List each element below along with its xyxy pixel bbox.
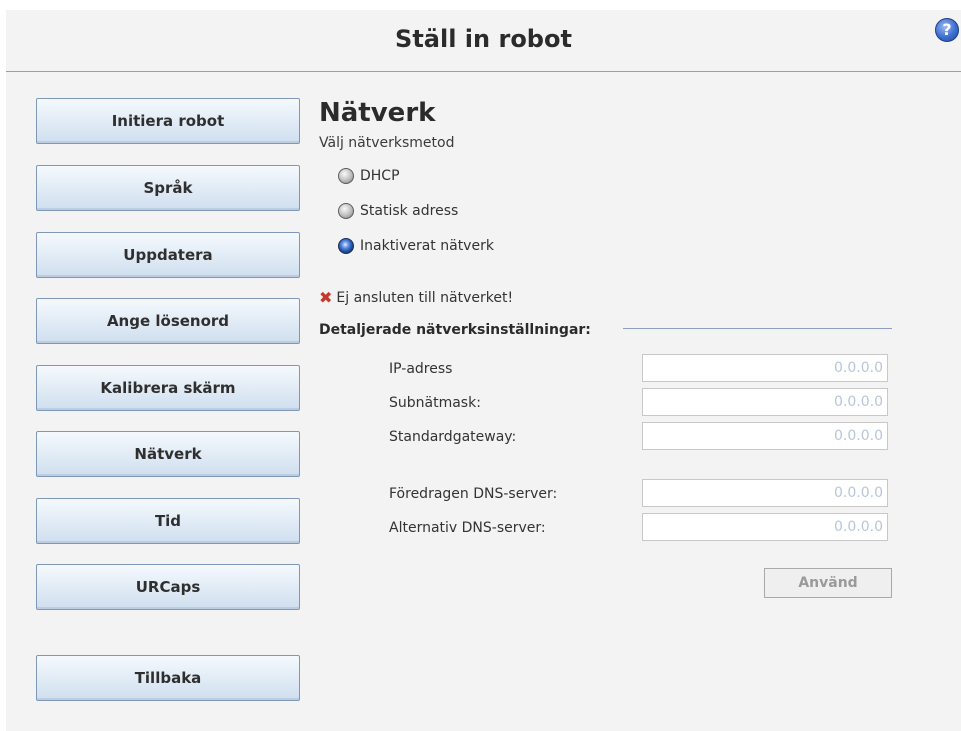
- ip-address-label: IP-adress: [389, 361, 453, 377]
- radio-label-static: Statisk adress: [360, 203, 459, 219]
- nav-button-tillbaka[interactable]: Tillbaka: [36, 655, 300, 701]
- ip-address-input[interactable]: [642, 354, 888, 382]
- nav-button-urcaps[interactable]: URCaps: [36, 564, 300, 610]
- preferred-dns-label: Föredragen DNS-server:: [389, 486, 558, 502]
- radio-option-disabled[interactable]: Inaktiverat nätverk: [338, 238, 494, 254]
- apply-button[interactable]: Använd: [764, 568, 892, 598]
- radio-label-dhcp: DHCP: [360, 168, 400, 184]
- details-divider: [623, 328, 892, 329]
- radio-button-icon[interactable]: [338, 168, 354, 184]
- preferred-dns-input[interactable]: [642, 479, 888, 507]
- subnet-mask-label: Subnätmask:: [389, 395, 481, 411]
- nav-button-initiera-robot[interactable]: Initiera robot: [36, 98, 300, 144]
- nav-button-sprak[interactable]: Språk: [36, 165, 300, 211]
- subnet-mask-input[interactable]: [642, 388, 888, 416]
- method-subtitle: Välj nätverksmetod: [319, 135, 455, 151]
- nav-button-natverk[interactable]: Nätverk: [36, 431, 300, 477]
- help-icon[interactable]: ?: [935, 18, 959, 42]
- app-window: Ställ in robot ? Initiera robot Språk Up…: [6, 10, 961, 731]
- alternate-dns-label: Alternativ DNS-server:: [389, 520, 546, 536]
- page-title: Ställ in robot: [395, 25, 572, 53]
- nav-button-uppdatera[interactable]: Uppdatera: [36, 232, 300, 278]
- alternate-dns-input[interactable]: [642, 513, 888, 541]
- nav-button-kalibrera-skarm[interactable]: Kalibrera skärm: [36, 365, 300, 411]
- status-text: Ej ansluten till nätverket!: [336, 290, 514, 306]
- radio-button-icon[interactable]: [338, 203, 354, 219]
- connection-status: ✖ Ej ansluten till nätverket!: [319, 288, 514, 307]
- radio-label-disabled: Inaktiverat nätverk: [360, 238, 494, 254]
- default-gateway-input[interactable]: [642, 422, 888, 450]
- radio-button-selected-icon[interactable]: [338, 238, 354, 254]
- header-bar: Ställ in robot ?: [6, 10, 961, 72]
- nav-button-ange-losenord[interactable]: Ange lösenord: [36, 298, 300, 344]
- nav-button-tid[interactable]: Tid: [36, 498, 300, 544]
- details-heading: Detaljerade nätverksinställningar:: [319, 322, 591, 338]
- radio-option-static[interactable]: Statisk adress: [338, 203, 458, 219]
- default-gateway-label: Standardgateway:: [389, 429, 517, 445]
- section-title: Nätverk: [319, 98, 436, 128]
- error-x-icon: ✖: [319, 288, 333, 307]
- radio-option-dhcp[interactable]: DHCP: [338, 168, 400, 184]
